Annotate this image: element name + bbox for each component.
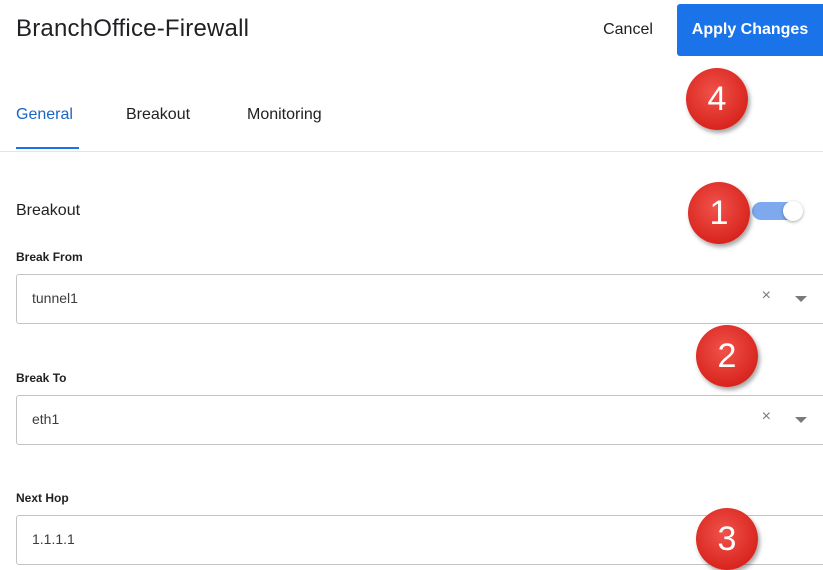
chevron-down-icon[interactable] xyxy=(795,417,807,423)
toggle-thumb xyxy=(783,201,803,221)
step-marker-3: 3 xyxy=(696,508,758,570)
breakout-toggle[interactable] xyxy=(752,201,804,221)
breakout-label: Breakout xyxy=(16,202,81,219)
break-to-value: eth1 xyxy=(32,411,60,427)
tab-breakout[interactable]: Breakout xyxy=(126,106,190,124)
clear-icon[interactable]: × xyxy=(762,287,771,305)
apply-changes-button[interactable]: Apply Changes xyxy=(677,4,823,56)
break-from-label: Break From xyxy=(16,250,83,264)
break-from-select[interactable]: tunnel1 × xyxy=(16,274,823,324)
break-to-label: Break To xyxy=(16,371,67,385)
break-to-select[interactable]: eth1 × xyxy=(16,395,823,445)
active-tab-indicator xyxy=(16,147,79,149)
chevron-down-icon[interactable] xyxy=(795,296,807,302)
step-marker-4: 4 xyxy=(686,68,748,130)
clear-icon[interactable]: × xyxy=(762,408,771,426)
tab-monitoring[interactable]: Monitoring xyxy=(247,106,322,124)
next-hop-label: Next Hop xyxy=(16,491,69,505)
step-marker-2: 2 xyxy=(696,325,758,387)
break-from-value: tunnel1 xyxy=(32,290,78,306)
cancel-button[interactable]: Cancel xyxy=(588,18,668,42)
step-marker-1: 1 xyxy=(688,182,750,244)
page-title: BranchOffice-Firewall xyxy=(16,15,250,42)
tabs-divider xyxy=(0,151,823,152)
next-hop-value: 1.1.1.1 xyxy=(32,531,75,547)
tab-general[interactable]: General xyxy=(16,106,73,124)
